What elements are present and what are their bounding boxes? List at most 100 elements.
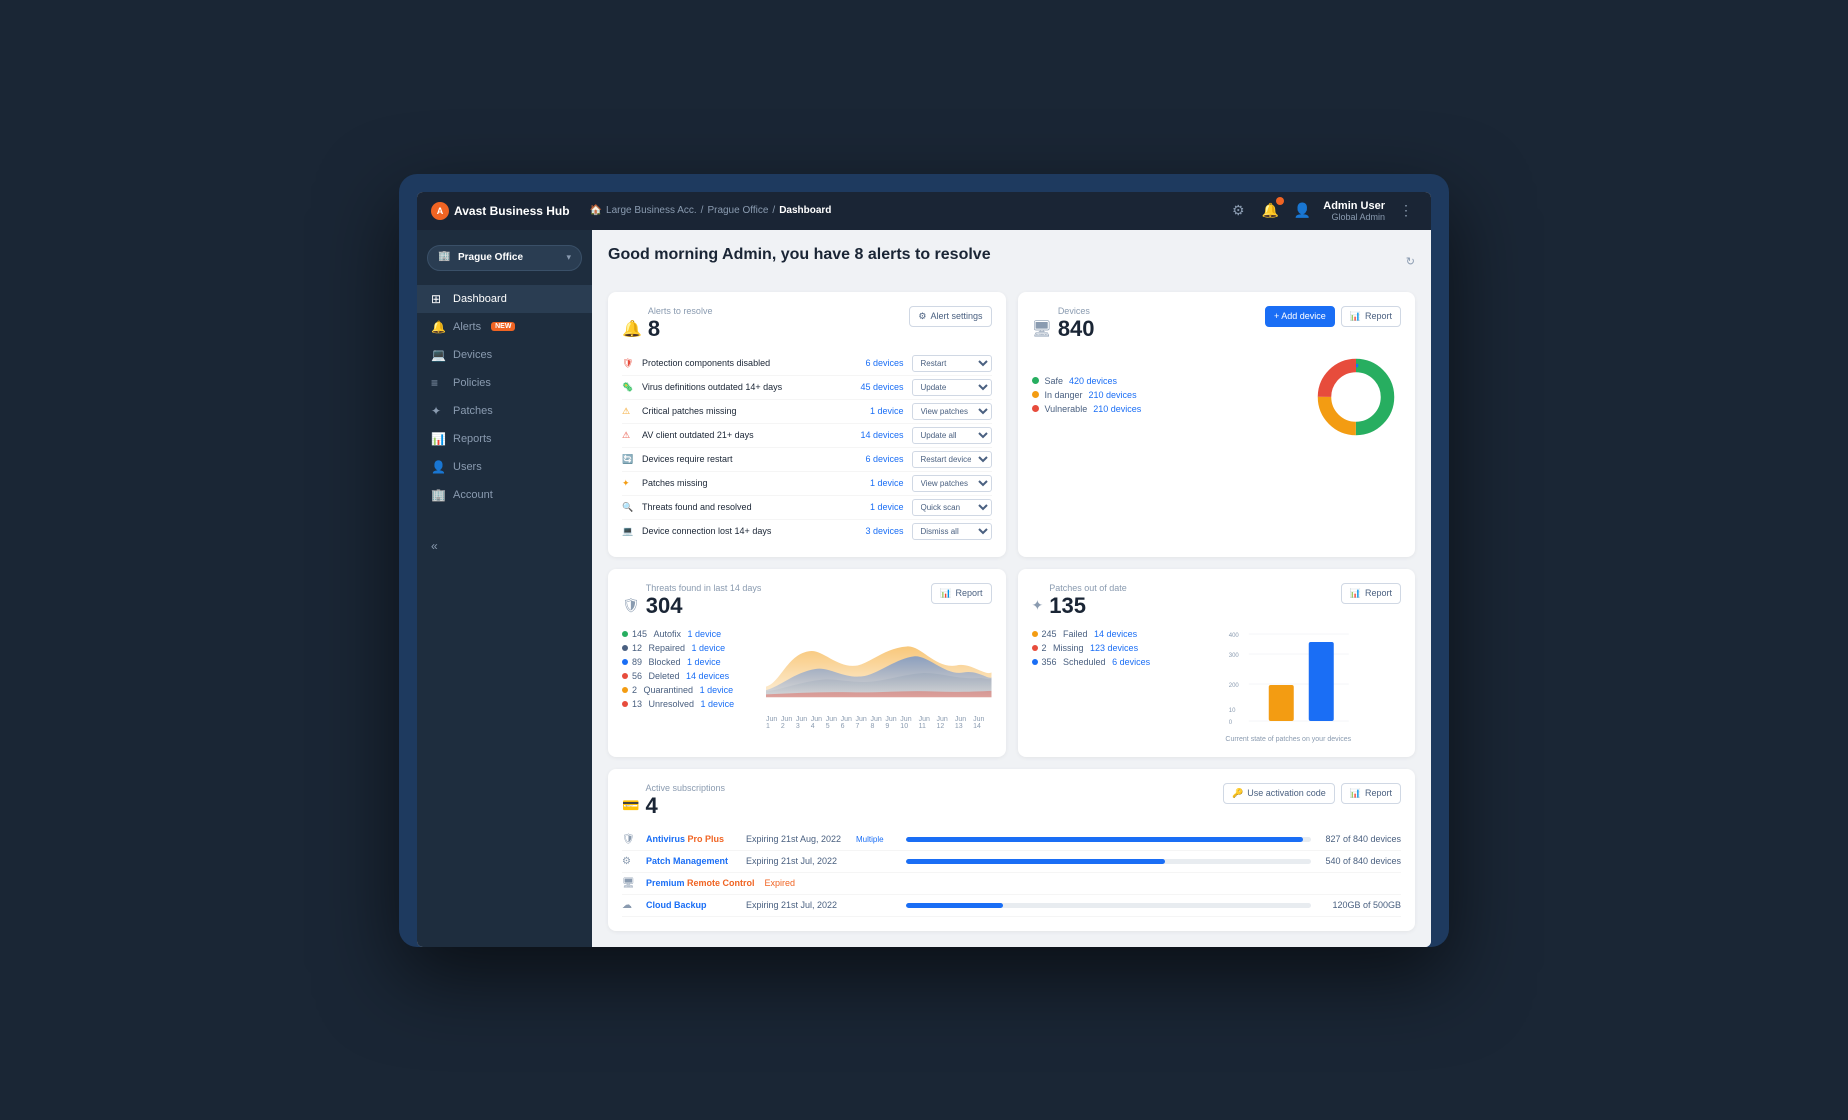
patch-count: 356 (1042, 657, 1057, 667)
alert-count[interactable]: 3 devices (854, 526, 904, 536)
sidebar-item-patches[interactable]: ✦ Patches (417, 397, 592, 425)
legend-link[interactable]: 420 devices (1069, 376, 1117, 386)
sidebar-item-account[interactable]: 🏢 Account (417, 481, 592, 509)
patches-bar-svg: 400 300 200 10 0 (1176, 629, 1402, 743)
legend-dot (1032, 377, 1039, 384)
alert-count[interactable]: 45 devices (854, 382, 904, 392)
add-device-label: + Add device (1274, 311, 1326, 321)
threat-item: 12 Repaired 1 device (622, 643, 752, 653)
alert-count[interactable]: 1 device (854, 502, 904, 512)
sidebar-item-alerts[interactable]: 🔔 Alerts NEW (417, 313, 592, 341)
sub-name[interactable]: Antivirus Pro Plus (646, 834, 724, 844)
alert-select[interactable]: Update (912, 379, 992, 396)
breadcrumb-current: Dashboard (779, 205, 831, 216)
settings-icon[interactable]: ⚙ (1227, 200, 1249, 222)
breadcrumb-item-2[interactable]: Prague Office (707, 205, 768, 216)
alert-text: Threats found and resolved (642, 502, 846, 512)
patches-card-icon: ✦ (1032, 597, 1044, 614)
subscriptions-count: 4 (645, 793, 657, 818)
sub-icon: ☁ (622, 900, 636, 911)
alert-select[interactable]: Restart (912, 355, 992, 372)
alert-action[interactable]: Dismiss all (912, 523, 992, 540)
sub-name[interactable]: Cloud Backup (646, 900, 707, 910)
reports-icon: 📊 (431, 432, 445, 446)
bell-icon: 🔔 (622, 319, 642, 339)
threat-label: Autofix (651, 629, 684, 639)
notification-icon[interactable]: 🔔 (1259, 200, 1281, 222)
activation-label: Use activation code (1247, 788, 1326, 798)
subscriptions-report-btn[interactable]: 📊 Report (1341, 783, 1401, 804)
threats-report-btn[interactable]: 📊 Report (931, 583, 991, 604)
alert-select[interactable]: Update all (912, 427, 992, 444)
alert-select[interactable]: Dismiss all (912, 523, 992, 540)
patch-link[interactable]: 6 devices (1112, 657, 1150, 667)
legend-dot (1032, 391, 1039, 398)
screen: A Avast Business Hub 🏠 Large Business Ac… (417, 192, 1431, 947)
alert-count[interactable]: 14 devices (854, 430, 904, 440)
sidebar-item-reports[interactable]: 📊 Reports (417, 425, 592, 453)
threat-dot (622, 701, 628, 707)
activation-code-btn[interactable]: 🔑 Use activation code (1223, 783, 1335, 804)
office-selector[interactable]: 🏢 Prague Office ▾ (427, 245, 582, 271)
patch-link[interactable]: 14 devices (1094, 629, 1137, 639)
sidebar-collapse-btn[interactable]: « (417, 529, 592, 563)
sub-expiry: Expiring 21st Jul, 2022 (746, 856, 846, 866)
alert-action[interactable]: Update (912, 379, 992, 396)
threat-link[interactable]: 1 device (700, 685, 734, 695)
alert-action[interactable]: Restart devices (912, 451, 992, 468)
threat-count: 13 (632, 699, 642, 709)
patch-item: 2 Missing 123 devices (1032, 643, 1162, 653)
threat-link[interactable]: 1 device (688, 629, 722, 639)
sub-expiry: Expired (765, 878, 865, 888)
threat-dot (622, 659, 628, 665)
threat-item: 2 Quarantined 1 device (622, 685, 752, 695)
sub-name[interactable]: Premium Remote Control (646, 878, 755, 888)
sidebar-item-policies[interactable]: ≡ Policies (417, 369, 592, 397)
patches-legend: 245 Failed 14 devices 2 Missing 123 devi… (1032, 629, 1162, 743)
patch-dot (1032, 659, 1038, 665)
subscriptions-label: Active subscriptions (645, 783, 725, 793)
alert-count[interactable]: 6 devices (854, 454, 904, 464)
alert-action[interactable]: Update all (912, 427, 992, 444)
threat-link[interactable]: 1 device (687, 657, 721, 667)
monitor-icon: 🖥 (1032, 319, 1052, 339)
threats-count: 304 (646, 593, 683, 618)
add-device-btn[interactable]: + Add device (1265, 306, 1335, 327)
alerts-icon: 🔔 (431, 320, 445, 334)
sub-name[interactable]: Patch Management (646, 856, 728, 866)
refresh-icon[interactable]: ↻ (1406, 255, 1415, 268)
threat-link[interactable]: 14 devices (686, 671, 729, 681)
menu-icon[interactable]: ⋮ (1395, 200, 1417, 222)
legend-link[interactable]: 210 devices (1089, 390, 1137, 400)
main-content: Good morning Admin, you have 8 alerts to… (592, 230, 1431, 947)
patch-link[interactable]: 123 devices (1090, 643, 1138, 653)
notification-badge (1276, 197, 1284, 205)
breadcrumb: 🏠 Large Business Acc. / Prague Office / … (590, 205, 832, 216)
alert-select[interactable]: Quick scan (912, 499, 992, 516)
alert-settings-btn[interactable]: ⚙ Alert settings (909, 306, 991, 327)
alert-select[interactable]: View patches (912, 475, 992, 492)
alert-select[interactable]: Restart devices (912, 451, 992, 468)
devices-report-btn[interactable]: 📊 Report (1341, 306, 1401, 327)
patch-dot (1032, 631, 1038, 637)
alert-count[interactable]: 6 devices (854, 358, 904, 368)
breadcrumb-item-1[interactable]: Large Business Acc. (606, 205, 697, 216)
subscription-row: ⚙ Patch Management Expiring 21st Jul, 20… (622, 851, 1401, 873)
alert-action[interactable]: Restart (912, 355, 992, 372)
alert-select[interactable]: View patches (912, 403, 992, 420)
user-icon[interactable]: 👤 (1291, 200, 1313, 222)
alert-count[interactable]: 1 device (854, 478, 904, 488)
threat-link[interactable]: 1 device (692, 643, 726, 653)
alert-count[interactable]: 1 device (854, 406, 904, 416)
alert-action[interactable]: Quick scan (912, 499, 992, 516)
sidebar-item-users[interactable]: 👤 Users (417, 453, 592, 481)
sub-tag: Multiple (856, 835, 896, 844)
legend-link[interactable]: 210 devices (1093, 404, 1141, 414)
sidebar-item-dashboard[interactable]: ⊞ Dashboard (417, 285, 592, 313)
sidebar-item-devices[interactable]: 💻 Devices (417, 341, 592, 369)
alert-action[interactable]: View patches (912, 475, 992, 492)
patches-report-btn[interactable]: 📊 Report (1341, 583, 1401, 604)
alert-action[interactable]: View patches (912, 403, 992, 420)
threat-link[interactable]: 1 device (701, 699, 735, 709)
settings-icon: ⚙ (918, 311, 926, 322)
